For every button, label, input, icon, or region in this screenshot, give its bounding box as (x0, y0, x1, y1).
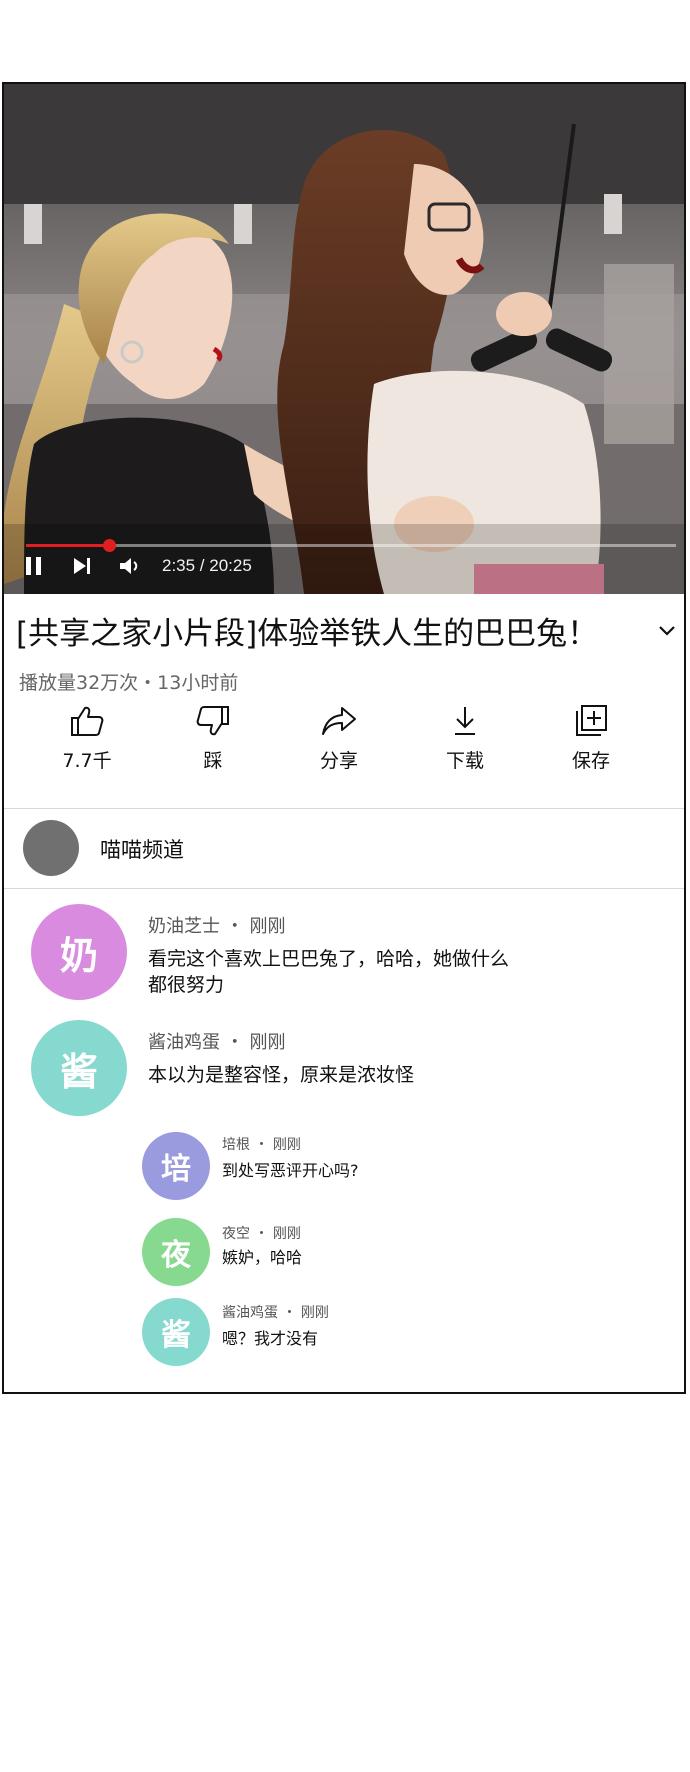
avatar-initial: 奶 (59, 933, 98, 978)
action-row: 7.7千 踩 分享 下载 保存 (4, 704, 684, 784)
comment-author-line: 奶油芝士 ・ 刚刚 (148, 916, 286, 937)
download-button[interactable]: 下载 (415, 704, 515, 773)
progress-bar[interactable] (26, 539, 676, 552)
save-label: 保存 (571, 750, 610, 772)
reply-time: 刚刚 (272, 1226, 301, 1242)
like-count: 7.7千 (62, 750, 112, 772)
comment-time: 刚刚 (249, 916, 286, 937)
like-button[interactable]: 7.7千 (37, 704, 137, 773)
comment-text-line: 都很努力 (148, 974, 225, 996)
reply-author[interactable]: 酱油鸡蛋 (222, 1305, 278, 1321)
avatar-initial: 酱 (59, 1049, 98, 1094)
app-frame: 2:35 / 20:25 [共享之家小片段]体验举铁人生的巴巴兔！ 播放量32万… (2, 82, 686, 1394)
reply-avatar[interactable]: 培 (142, 1132, 210, 1200)
video-title: [共享之家小片段]体验举铁人生的巴巴兔！ (16, 616, 599, 652)
comment-author[interactable]: 酱油鸡蛋 (148, 1032, 220, 1053)
share-button[interactable]: 分享 (289, 704, 389, 773)
dislike-button[interactable]: 踩 (163, 704, 263, 773)
comment-avatar[interactable]: 酱 (31, 1020, 127, 1116)
comment-author[interactable]: 奶油芝士 (148, 916, 220, 937)
comment-time: 刚刚 (249, 1032, 286, 1053)
dislike-label: 踩 (203, 750, 223, 772)
comment-text: 本以为是整容怪，原来是浓妆怪 (148, 1064, 415, 1086)
reply-time: 刚刚 (272, 1137, 301, 1153)
share-label: 分享 (319, 750, 358, 772)
time-readout: 2:35 / 20:25 (162, 556, 252, 575)
channel-name[interactable]: 喵喵频道 (100, 834, 184, 864)
comment-avatar[interactable]: 奶 (31, 904, 127, 1000)
share-icon (322, 707, 356, 735)
comment-text-line: 看完这个喜欢上巴巴兔了，哈哈，她做什么 (148, 948, 510, 970)
divider (4, 888, 684, 889)
progress-played (26, 544, 110, 547)
comment-author-line: 酱油鸡蛋 ・ 刚刚 (148, 1032, 286, 1053)
next-icon[interactable] (72, 550, 94, 582)
download-label: 下载 (445, 750, 484, 772)
reply-author[interactable]: 夜空 (222, 1226, 250, 1242)
divider (4, 808, 684, 809)
volume-icon[interactable] (118, 550, 142, 582)
thumbs-up-icon (71, 706, 104, 736)
download-icon (455, 707, 475, 735)
reply-author-line: 酱油鸡蛋 ・ 刚刚 (222, 1305, 329, 1321)
video-player[interactable]: 2:35 / 20:25 (4, 84, 684, 594)
video-meta: 播放量32万次・13小时前 (19, 672, 239, 694)
avatar-initial: 酱 (161, 1318, 191, 1353)
avatar-initial: 夜 (161, 1238, 191, 1273)
reply-text: 到处写恶评开心吗? (222, 1161, 359, 1180)
thumbs-down-icon (196, 706, 229, 736)
avatar-initial: 培 (161, 1152, 191, 1187)
reply-avatar[interactable]: 酱 (142, 1298, 210, 1366)
comment-text: 看完这个喜欢上巴巴兔了，哈哈，她做什么 都很努力 (148, 946, 509, 998)
reply-text: 嫉妒，哈哈 (222, 1248, 303, 1267)
video-frame-illustration (4, 84, 684, 594)
pause-icon[interactable] (26, 550, 46, 582)
reply-avatar[interactable]: 夜 (142, 1218, 210, 1286)
reply-text: 嗯？我才没有 (222, 1329, 319, 1348)
add-to-playlist-icon (576, 705, 607, 736)
reply-author-line: 培根 ・ 刚刚 (222, 1137, 301, 1153)
reply-time: 刚刚 (300, 1305, 329, 1321)
reply-author[interactable]: 培根 (222, 1137, 250, 1153)
chevron-down-icon[interactable] (656, 620, 678, 642)
reply-author-line: 夜空 ・ 刚刚 (222, 1226, 301, 1242)
channel-avatar[interactable] (23, 820, 79, 876)
save-button[interactable]: 保存 (541, 704, 641, 773)
